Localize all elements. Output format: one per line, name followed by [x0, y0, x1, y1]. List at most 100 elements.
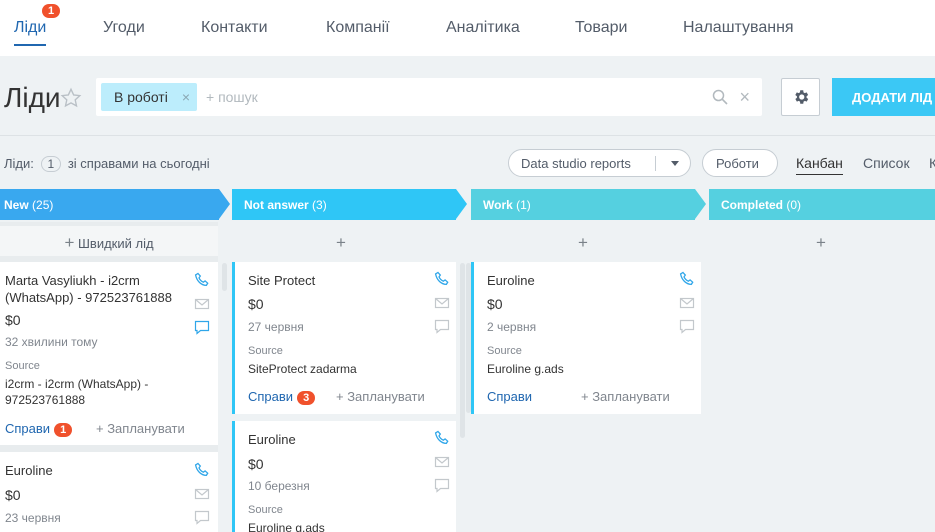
leads-prefix: Ліди: — [4, 156, 34, 171]
plus-icon: + — [816, 233, 826, 252]
plan-link[interactable]: + Запланувати — [96, 421, 185, 436]
phone-icon[interactable] — [434, 271, 450, 287]
plan-link[interactable]: + Запланувати — [581, 389, 670, 404]
card-title[interactable]: Euroline — [487, 272, 667, 289]
lead-card[interactable]: Marta Vasyliukh - i2crm (WhatsApp) - 972… — [0, 262, 218, 445]
tasks-label: Справи — [487, 389, 533, 404]
stage-count: (0) — [786, 198, 802, 212]
card-sum: $0 — [487, 296, 503, 312]
tasks-badge: 1 — [54, 423, 73, 437]
stage-name: New — [4, 198, 29, 212]
nav-item-leads[interactable]: Ліди — [14, 19, 47, 46]
stage-work[interactable]: Work (1) — [471, 189, 706, 220]
card-source: i2crm - i2crm (WhatsApp) - 972523761888 — [5, 377, 149, 407]
card-tasks-link[interactable]: Справи 3 — [248, 389, 316, 405]
card-sum: $0 — [5, 312, 21, 328]
tasks-label: Справи — [5, 421, 51, 436]
tasks-badge: 3 — [297, 391, 316, 405]
stage-name: Completed — [721, 198, 784, 212]
filter-chip[interactable]: В роботі × — [101, 83, 197, 111]
lead-card[interactable]: Site Protect $0 27 червня Source SitePro… — [232, 262, 456, 414]
plus-icon: + — [64, 233, 75, 252]
settings-button[interactable] — [781, 78, 820, 116]
card-sum: $0 — [5, 487, 21, 503]
card-tasks-link[interactable]: Справи 1 — [5, 421, 73, 437]
quick-add-button[interactable]: + — [471, 226, 695, 256]
chat-icon[interactable] — [194, 509, 210, 525]
chat-icon[interactable] — [194, 319, 210, 335]
mail-icon[interactable] — [679, 295, 695, 311]
filter-search-bar[interactable]: В роботі × + пошук × — [96, 78, 762, 116]
chevron-down-icon[interactable] — [671, 161, 679, 166]
card-source-label: Source — [5, 360, 40, 372]
lead-card[interactable]: Euroline $0 23 червня — [0, 452, 218, 532]
chat-icon[interactable] — [679, 318, 695, 334]
card-title[interactable]: Euroline — [248, 431, 428, 448]
nav-item-analytics[interactable]: Аналітика — [446, 19, 520, 37]
phone-icon[interactable] — [194, 272, 210, 288]
stage-count: (3) — [312, 198, 327, 212]
tasks-label: Справи — [248, 389, 294, 404]
quick-add-label: Швидкий лід — [78, 236, 154, 251]
tab-calendar[interactable]: К — [929, 155, 935, 171]
nav-item-settings[interactable]: Налаштування — [683, 19, 794, 37]
card-tasks-link[interactable]: Справи — [487, 389, 532, 404]
card-title[interactable]: Euroline — [5, 462, 185, 479]
robots-button[interactable]: Роботи — [702, 149, 778, 177]
card-sum: $0 — [248, 456, 264, 472]
card-source: SiteProtect zadarma — [248, 362, 357, 376]
stage-arrow — [695, 189, 706, 219]
tab-list[interactable]: Список — [863, 155, 910, 171]
plan-link[interactable]: + Запланувати — [336, 389, 425, 404]
lead-card[interactable]: Euroline $0 2 червня Source Euroline g.a… — [471, 262, 701, 414]
phone-icon[interactable] — [434, 430, 450, 446]
report-button-label: Data studio reports — [521, 156, 631, 171]
search-icon[interactable] — [712, 89, 728, 105]
card-title[interactable]: Marta Vasyliukh - i2crm (WhatsApp) - 972… — [5, 272, 190, 306]
nav-item-contacts[interactable]: Контакти — [201, 19, 268, 37]
stage-not-answer[interactable]: Not answer (3) — [232, 189, 467, 220]
card-title[interactable]: Site Protect — [248, 272, 428, 289]
page-title: Ліди — [4, 82, 61, 113]
mail-icon[interactable] — [434, 295, 450, 311]
report-button[interactable]: Data studio reports — [508, 149, 691, 177]
nav-item-products[interactable]: Товари — [575, 19, 627, 37]
filter-chip-label: В роботі — [114, 89, 168, 105]
plus-icon: + — [578, 233, 588, 252]
card-date: 10 березня — [248, 479, 310, 493]
card-date: 32 хвилини тому — [5, 335, 98, 349]
scrollbar[interactable] — [222, 263, 227, 291]
stage-count: (25) — [32, 198, 54, 212]
phone-icon[interactable] — [194, 462, 210, 478]
card-source: Euroline g.ads — [248, 521, 325, 532]
card-source: Euroline g.ads — [487, 362, 564, 376]
nav-item-companies[interactable]: Компанії — [326, 19, 390, 37]
search-input[interactable]: + пошук — [206, 89, 258, 105]
nav-badge: 1 — [42, 4, 61, 18]
leads-counter: Ліди: 1 зі справами на сьогодні — [4, 156, 210, 172]
phone-icon[interactable] — [679, 271, 695, 287]
clear-icon[interactable]: × — [739, 87, 750, 108]
stage-arrow — [456, 189, 467, 219]
mail-icon[interactable] — [194, 296, 210, 312]
add-lead-button[interactable]: ДОДАТИ ЛІД — [832, 78, 935, 116]
stage-name: Work — [483, 198, 513, 212]
nav-item-deals[interactable]: Угоди — [103, 19, 145, 37]
lead-card[interactable]: Euroline $0 10 березня Source Euroline g… — [232, 421, 456, 532]
stage-new[interactable]: New (25) — [0, 189, 230, 220]
leads-suffix: зі справами на сьогодні — [67, 156, 210, 171]
star-icon[interactable] — [60, 87, 82, 109]
chat-icon[interactable] — [434, 477, 450, 493]
scrollbar[interactable] — [460, 263, 465, 438]
chip-close-icon[interactable]: × — [182, 89, 190, 105]
chat-icon[interactable] — [434, 318, 450, 334]
mail-icon[interactable] — [434, 454, 450, 470]
quick-add-lead-button[interactable]: + Швидкий лід — [0, 226, 218, 256]
leads-count[interactable]: 1 — [40, 156, 62, 172]
quick-add-button[interactable]: + — [232, 226, 450, 256]
stage-arrow — [219, 189, 230, 219]
mail-icon[interactable] — [194, 486, 210, 502]
stage-completed[interactable]: Completed (0) — [709, 189, 935, 220]
quick-add-button[interactable]: + — [709, 226, 933, 256]
tab-kanban[interactable]: Канбан — [796, 155, 843, 175]
